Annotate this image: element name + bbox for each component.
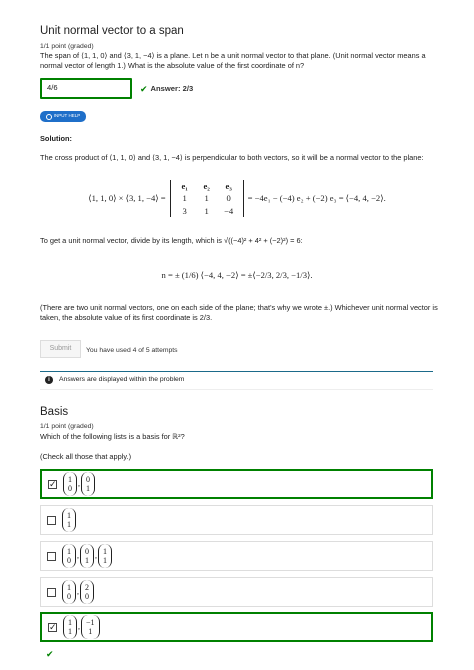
- question-line-2: normal vector of length 1.) What is the …: [40, 61, 305, 70]
- matrix-cell: 0: [226, 193, 231, 204]
- vector-entry: 1: [88, 627, 93, 636]
- choice-option[interactable]: 11: [40, 505, 433, 535]
- choice-checkbox[interactable]: [47, 515, 56, 525]
- determinant-matrix: e₁ e₂ e₃ 1 1 0 3 1 −4: [169, 180, 244, 218]
- matrix-cell: −4: [224, 205, 234, 216]
- choice-checkbox[interactable]: [47, 551, 56, 561]
- column-vector: −1 1: [81, 615, 100, 639]
- vector-entry: 1: [67, 582, 71, 592]
- vector-list: 10,20: [62, 580, 94, 604]
- vector-entry: 0: [86, 474, 90, 484]
- vector-entry: 0: [68, 484, 72, 493]
- note-line-2: taken, the absolute value of its first c…: [40, 313, 213, 322]
- matrix-cell: e₁: [181, 181, 188, 191]
- vector-entry: −1: [86, 617, 95, 627]
- vector-separator: ,: [95, 550, 97, 560]
- matrix-cell: e₃: [225, 181, 232, 191]
- vector-list: 10,01,11: [62, 544, 112, 568]
- vector-list: 10,01: [63, 472, 95, 496]
- choice-checkbox[interactable]: [48, 621, 57, 633]
- note-line-1: (There are two unit normal vectors, one …: [40, 303, 438, 312]
- basis-question: Which of the following lists is a basis …: [40, 432, 185, 441]
- notice-text: Answers are displayed within the problem: [59, 376, 185, 384]
- vector-list: 11: [62, 508, 76, 532]
- choice-checkbox[interactable]: [47, 587, 56, 597]
- vector-separator: ,: [78, 478, 80, 488]
- answer-input[interactable]: 4/6: [40, 78, 132, 99]
- cross-lhs: ⟨1, 1, 0⟩ × ⟨3, 1, −4⟩ =: [88, 192, 166, 203]
- choice-option[interactable]: 10,01: [40, 469, 433, 499]
- attempts-text: You have used 4 of 5 attempts: [86, 347, 178, 354]
- vector-separator: ,: [77, 586, 79, 596]
- column-vector: 10: [62, 544, 76, 568]
- vector-entry: 0: [67, 592, 71, 601]
- column-vector: 20: [80, 580, 94, 604]
- cross-rhs: = −4e₁ − (−4) e₂ + (−2) e₃ = ⟨−4, 4, −2⟩…: [247, 192, 386, 203]
- vector-entry: 1: [85, 556, 89, 565]
- matrix-cell: 1: [204, 193, 209, 204]
- vector-entry: 1: [68, 617, 72, 627]
- matrix-cell: 1: [204, 205, 209, 216]
- answer-text: Answer: 2/3: [150, 83, 194, 93]
- vector-entry: 1: [67, 510, 71, 520]
- answer-status: ✔ Answer: 2/3: [140, 83, 193, 95]
- vector-entry: 0: [85, 592, 89, 601]
- vector-list: 1 1, −1 1: [63, 615, 100, 639]
- vector-entry: 1: [68, 627, 72, 636]
- answers-notice: i Answers are displayed within the probl…: [40, 371, 433, 390]
- problem-title: Unit normal vector to a span: [40, 25, 184, 37]
- vector-entry: 1: [67, 546, 71, 556]
- matrix-cell: 1: [182, 193, 187, 204]
- input-help-label: INPUT HELP: [53, 113, 81, 119]
- choice-option[interactable]: 10,01,11: [40, 541, 433, 571]
- vector-entry: 0: [85, 546, 89, 556]
- column-vector: 01: [80, 544, 94, 568]
- info-icon: i: [45, 376, 53, 384]
- column-vector: 11: [98, 544, 112, 568]
- solution-line-1: The cross product of ⟨1, 1, 0⟩ and ⟨3, 1…: [40, 153, 424, 162]
- vector-entry: 1: [103, 546, 107, 556]
- vector-entry: 0: [67, 556, 71, 565]
- vector-entry: 1: [86, 484, 90, 493]
- vector-entry: 1: [67, 520, 71, 529]
- check-icon: ✔: [140, 84, 148, 94]
- basis-title: Basis: [40, 406, 69, 418]
- matrix-cell: 3: [182, 205, 187, 216]
- column-vector: 11: [63, 615, 77, 639]
- choice-checkbox[interactable]: [48, 478, 57, 490]
- problem-points: 1/1 point (graded): [40, 43, 94, 50]
- choice-option[interactable]: 10,20: [40, 577, 433, 607]
- basis-points: 1/1 point (graded): [40, 423, 94, 430]
- check-icon: ✔: [46, 649, 54, 659]
- vector-entry: 2: [85, 582, 89, 592]
- submit-button[interactable]: Submit: [40, 340, 81, 358]
- input-help-button[interactable]: INPUT HELP: [40, 111, 86, 122]
- vector-entry: 1: [103, 556, 107, 565]
- n-formula: n = ± (1/6) ⟨−4, 4, −2⟩ = ±⟨−2/3, 2/3, −…: [161, 270, 313, 280]
- help-icon: [45, 113, 52, 120]
- question-line-1: The span of ⟨1, 1, 0⟩ and ⟨3, 1, −4⟩ is …: [40, 51, 426, 60]
- basis-hint: (Check all those that apply.): [40, 452, 132, 461]
- cross-product-equation: ⟨1, 1, 0⟩ × ⟨3, 1, −4⟩ = e₁ e₂ e₃ 1 1 0 …: [0, 180, 474, 218]
- vector-separator: ,: [77, 550, 79, 560]
- vector-separator: ,: [78, 621, 80, 631]
- column-vector: 01: [81, 472, 95, 496]
- solution-label: Solution:: [40, 134, 73, 143]
- column-vector: 10: [62, 580, 76, 604]
- vector-entry: 1: [68, 474, 72, 484]
- choice-option[interactable]: 11,−11: [40, 612, 433, 642]
- unit-vector-text: To get a unit normal vector, divide by i…: [40, 236, 303, 245]
- column-vector: 10: [63, 472, 77, 496]
- column-vector: 11: [62, 508, 76, 532]
- matrix-cell: e₂: [203, 181, 210, 191]
